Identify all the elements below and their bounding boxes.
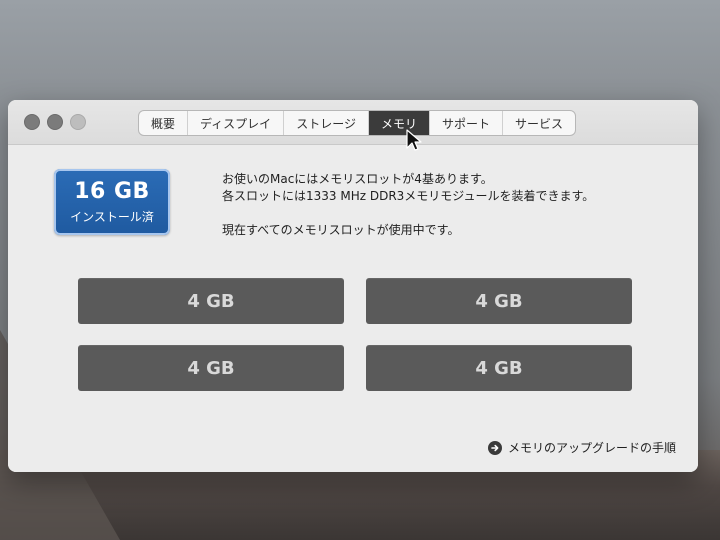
info-line: 各スロットには1333 MHz DDR3メモリモジュールを装着できます。 (222, 189, 595, 203)
memory-slot-4: 4 GB (366, 345, 632, 391)
memory-slot-size: 4 GB (475, 357, 523, 379)
tab-label: サービス (514, 116, 563, 131)
tab-display[interactable]: ディスプレイ (188, 111, 285, 135)
memory-info-text: お使いのMacにはメモリスロットが4基あります。 各スロットには1333 MHz… (222, 171, 672, 239)
upgrade-link-label: メモリのアップグレードの手順 (508, 441, 677, 455)
memory-slot-1: 4 GB (78, 278, 344, 324)
memory-slot-3: 4 GB (78, 345, 344, 391)
about-this-mac-window: 概要 ディスプレイ ストレージ メモリ サポート サービス 16 GB インスト… (8, 100, 698, 472)
installed-memory-badge: 16 GB インストール済 (54, 169, 170, 235)
memory-slot-size: 4 GB (187, 357, 235, 379)
zoom-icon[interactable] (70, 114, 86, 130)
installed-label: インストール済 (70, 210, 154, 224)
memory-upgrade-link[interactable]: メモリのアップグレードの手順 (488, 439, 676, 456)
tab-service[interactable]: サービス (503, 111, 575, 135)
memory-slot-size: 4 GB (475, 290, 523, 312)
tab-overview[interactable]: 概要 (139, 111, 189, 135)
tab-label: ディスプレイ (200, 116, 272, 131)
memory-slot-size: 4 GB (187, 290, 235, 312)
tab-label: ストレージ (296, 116, 356, 131)
minimize-icon[interactable] (47, 114, 63, 130)
close-icon[interactable] (24, 114, 40, 130)
tab-label: メモリ (380, 116, 417, 131)
info-line: 現在すべてのメモリスロットが使用中です。 (222, 223, 460, 237)
memory-slot-2: 4 GB (366, 278, 632, 324)
tab-bar: 概要 ディスプレイ ストレージ メモリ サポート サービス (138, 110, 576, 136)
info-line: お使いのMacにはメモリスロットが4基あります。 (222, 172, 493, 186)
tab-storage[interactable]: ストレージ (284, 111, 369, 135)
window-titlebar: 概要 ディスプレイ ストレージ メモリ サポート サービス (8, 100, 698, 145)
tab-label: サポート (441, 116, 490, 131)
installed-capacity: 16 GB (74, 179, 150, 204)
tab-memory[interactable]: メモリ (368, 111, 430, 135)
tab-label: 概要 (151, 116, 176, 131)
memory-pane: 16 GB インストール済 お使いのMacにはメモリスロットが4基あります。 各… (8, 145, 698, 472)
tab-support[interactable]: サポート (430, 111, 503, 135)
arrow-right-circle-icon (488, 440, 502, 455)
